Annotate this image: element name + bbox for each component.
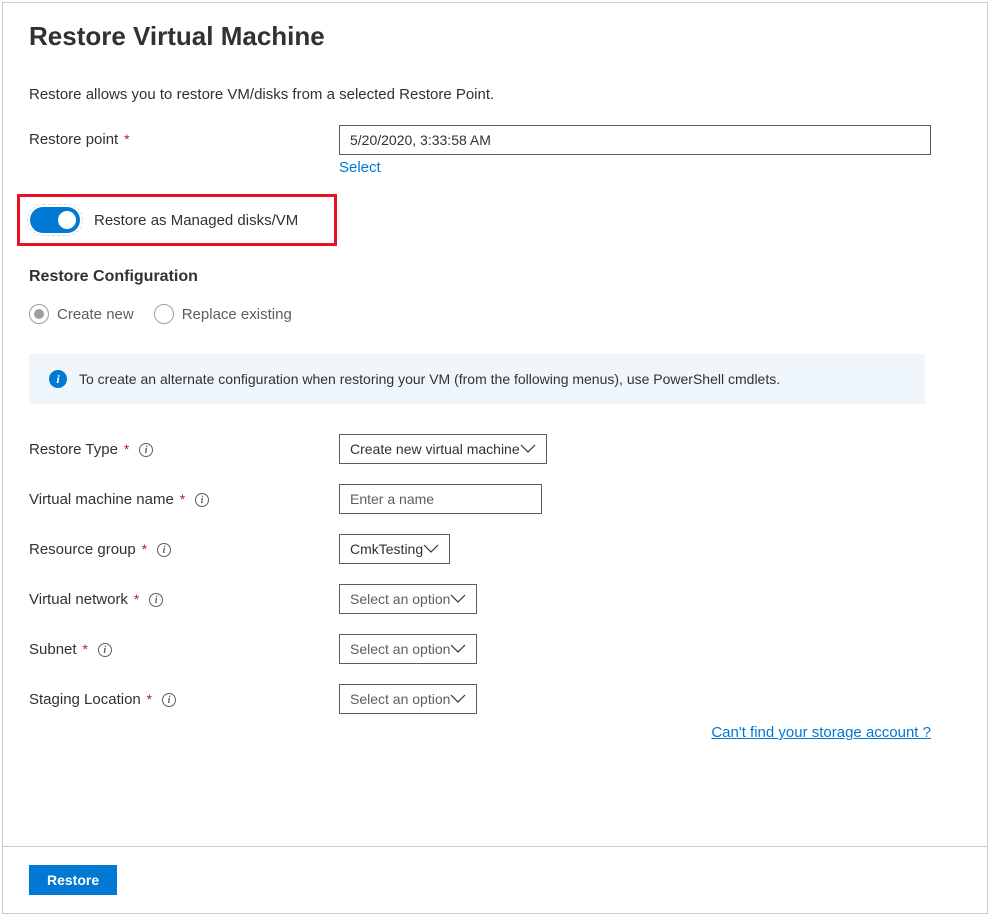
managed-disks-highlight: Restore as Managed disks/VM — [17, 194, 337, 246]
restore-type-value: Create new virtual machine — [350, 441, 520, 457]
virtual-network-row: Virtual network * Select an option — [29, 584, 961, 614]
resource-group-select[interactable]: CmkTesting — [339, 534, 450, 564]
required-indicator: * — [124, 441, 129, 457]
chevron-down-icon — [423, 544, 439, 554]
chevron-down-icon — [450, 644, 466, 654]
resource-group-value: CmkTesting — [350, 541, 423, 557]
staging-location-row: Staging Location * Select an option — [29, 684, 961, 714]
info-icon — [49, 370, 67, 388]
radio-icon — [154, 304, 174, 324]
managed-disks-toggle-label: Restore as Managed disks/VM — [94, 212, 298, 229]
chevron-down-icon — [520, 444, 536, 454]
restore-button[interactable]: Restore — [29, 865, 117, 895]
required-indicator: * — [147, 691, 152, 707]
page-description: Restore allows you to restore VM/disks f… — [29, 86, 961, 103]
restore-type-label: Restore Type — [29, 441, 118, 458]
subnet-label: Subnet — [29, 641, 77, 658]
restore-type-select[interactable]: Create new virtual machine — [339, 434, 547, 464]
restore-point-input[interactable] — [339, 125, 931, 155]
info-icon[interactable] — [139, 443, 153, 457]
info-banner: To create an alternate configuration whe… — [29, 354, 925, 404]
required-indicator: * — [124, 131, 129, 147]
required-indicator: * — [180, 491, 185, 507]
staging-location-label: Staging Location — [29, 691, 141, 708]
resource-group-row: Resource group * CmkTesting — [29, 534, 961, 564]
replace-existing-radio[interactable]: Replace existing — [154, 304, 292, 324]
managed-disks-toggle[interactable] — [30, 207, 80, 233]
subnet-row: Subnet * Select an option — [29, 634, 961, 664]
info-icon[interactable] — [149, 593, 163, 607]
chevron-down-icon — [450, 594, 466, 604]
storage-account-help-link[interactable]: Can't find your storage account ? — [711, 724, 931, 741]
radio-icon — [29, 304, 49, 324]
vm-name-row: Virtual machine name * — [29, 484, 961, 514]
required-indicator: * — [134, 591, 139, 607]
toggle-knob — [58, 211, 76, 229]
resource-group-label: Resource group — [29, 541, 136, 558]
create-new-radio[interactable]: Create new — [29, 304, 134, 324]
staging-location-select[interactable]: Select an option — [339, 684, 477, 714]
restore-type-row: Restore Type * Create new virtual machin… — [29, 434, 961, 464]
restore-point-row: Restore point * Select — [29, 125, 961, 176]
info-icon[interactable] — [98, 643, 112, 657]
chevron-down-icon — [450, 694, 466, 704]
required-indicator: * — [82, 641, 87, 657]
subnet-select[interactable]: Select an option — [339, 634, 477, 664]
page-title: Restore Virtual Machine — [29, 21, 961, 52]
virtual-network-label: Virtual network — [29, 591, 128, 608]
vm-name-input[interactable] — [339, 484, 542, 514]
restore-vm-panel: Restore Virtual Machine Restore allows y… — [2, 2, 988, 914]
required-indicator: * — [142, 541, 147, 557]
info-icon[interactable] — [195, 493, 209, 507]
restore-point-label: Restore point — [29, 131, 118, 148]
create-new-label: Create new — [57, 306, 134, 323]
virtual-network-value: Select an option — [350, 591, 450, 607]
subnet-value: Select an option — [350, 641, 450, 657]
footer: Restore — [3, 846, 987, 913]
select-restore-point-link[interactable]: Select — [339, 159, 381, 176]
virtual-network-select[interactable]: Select an option — [339, 584, 477, 614]
vm-name-label: Virtual machine name — [29, 491, 174, 508]
replace-existing-label: Replace existing — [182, 306, 292, 323]
staging-location-value: Select an option — [350, 691, 450, 707]
info-banner-text: To create an alternate configuration whe… — [79, 371, 780, 387]
restore-config-radio-group: Create new Replace existing — [29, 304, 961, 324]
info-icon[interactable] — [157, 543, 171, 557]
restore-config-heading: Restore Configuration — [29, 268, 961, 286]
info-icon[interactable] — [162, 693, 176, 707]
